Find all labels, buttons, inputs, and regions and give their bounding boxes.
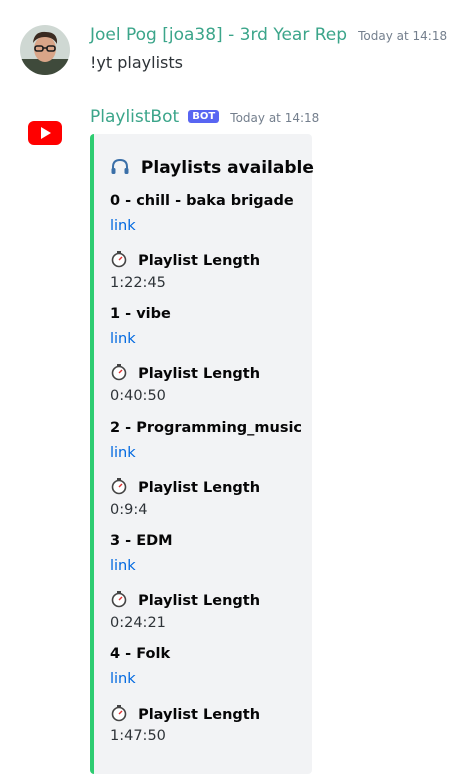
playlist-length-value: 1:47:50 <box>110 728 166 744</box>
playlist-length-label: Playlist Length <box>110 704 260 723</box>
message-timestamp: Today at 14:18 <box>230 111 320 125</box>
user-avatar-image <box>20 25 70 75</box>
stopwatch-icon <box>111 705 127 722</box>
playlist-link[interactable]: link <box>110 218 136 234</box>
playlist-name: 3 - EDM <box>110 533 173 549</box>
youtube-icon <box>28 121 62 145</box>
embed: Playlists available 0 - chill - baka bri… <box>90 134 314 774</box>
headphones-icon <box>111 158 129 174</box>
playlist-length-value: 0:40:50 <box>110 388 166 404</box>
message-content: !yt playlists <box>90 53 183 72</box>
playlist-link[interactable]: link <box>110 331 136 347</box>
playlist-length-value: 0:9:4 <box>110 502 148 518</box>
playlist-length-label: Playlist Length <box>110 250 260 269</box>
author-name[interactable]: PlaylistBot <box>90 107 179 127</box>
stopwatch-icon <box>111 591 127 608</box>
stopwatch-icon <box>111 251 127 268</box>
playlist-length-label-text: Playlist Length <box>138 253 261 269</box>
playlist-length-label-text: Playlist Length <box>138 593 261 609</box>
bot-message-header: PlaylistBot BOT Today at 14:18 <box>90 107 319 127</box>
playlist-link[interactable]: link <box>110 671 136 687</box>
user-avatar[interactable] <box>20 25 70 75</box>
bot-badge: BOT <box>188 110 220 123</box>
playlist-length-value: 0:24:21 <box>110 615 166 631</box>
playlist-name: 4 - Folk <box>110 646 171 662</box>
author-name[interactable]: Joel Pog [joa38] - 3rd Year Rep <box>90 25 347 45</box>
playlist-length-label: Playlist Length <box>110 363 260 382</box>
embed-title-text: Playlists available <box>140 158 314 178</box>
playlist-length-label-text: Playlist Length <box>138 707 261 723</box>
bot-avatar[interactable] <box>27 120 63 146</box>
playlist-length-label-text: Playlist Length <box>138 366 261 382</box>
playlist-length-value: 1:22:45 <box>110 275 166 291</box>
playlist-name: 2 - Programming_music <box>110 420 303 436</box>
message-timestamp: Today at 14:18 <box>358 29 448 43</box>
stopwatch-icon <box>111 478 127 495</box>
playlist-name: 0 - chill - baka brigade <box>110 193 294 209</box>
playlist-link[interactable]: link <box>110 445 136 461</box>
playlist-length-label-text: Playlist Length <box>138 480 261 496</box>
playlist-link[interactable]: link <box>110 558 136 574</box>
playlist-length-label: Playlist Length <box>110 590 260 609</box>
user-message-header: Joel Pog [joa38] - 3rd Year Rep Today at… <box>90 25 447 45</box>
stopwatch-icon <box>111 364 127 381</box>
embed-title: Playlists available <box>110 158 314 178</box>
playlist-name: 1 - vibe <box>110 306 171 322</box>
playlist-length-label: Playlist Length <box>110 477 260 496</box>
